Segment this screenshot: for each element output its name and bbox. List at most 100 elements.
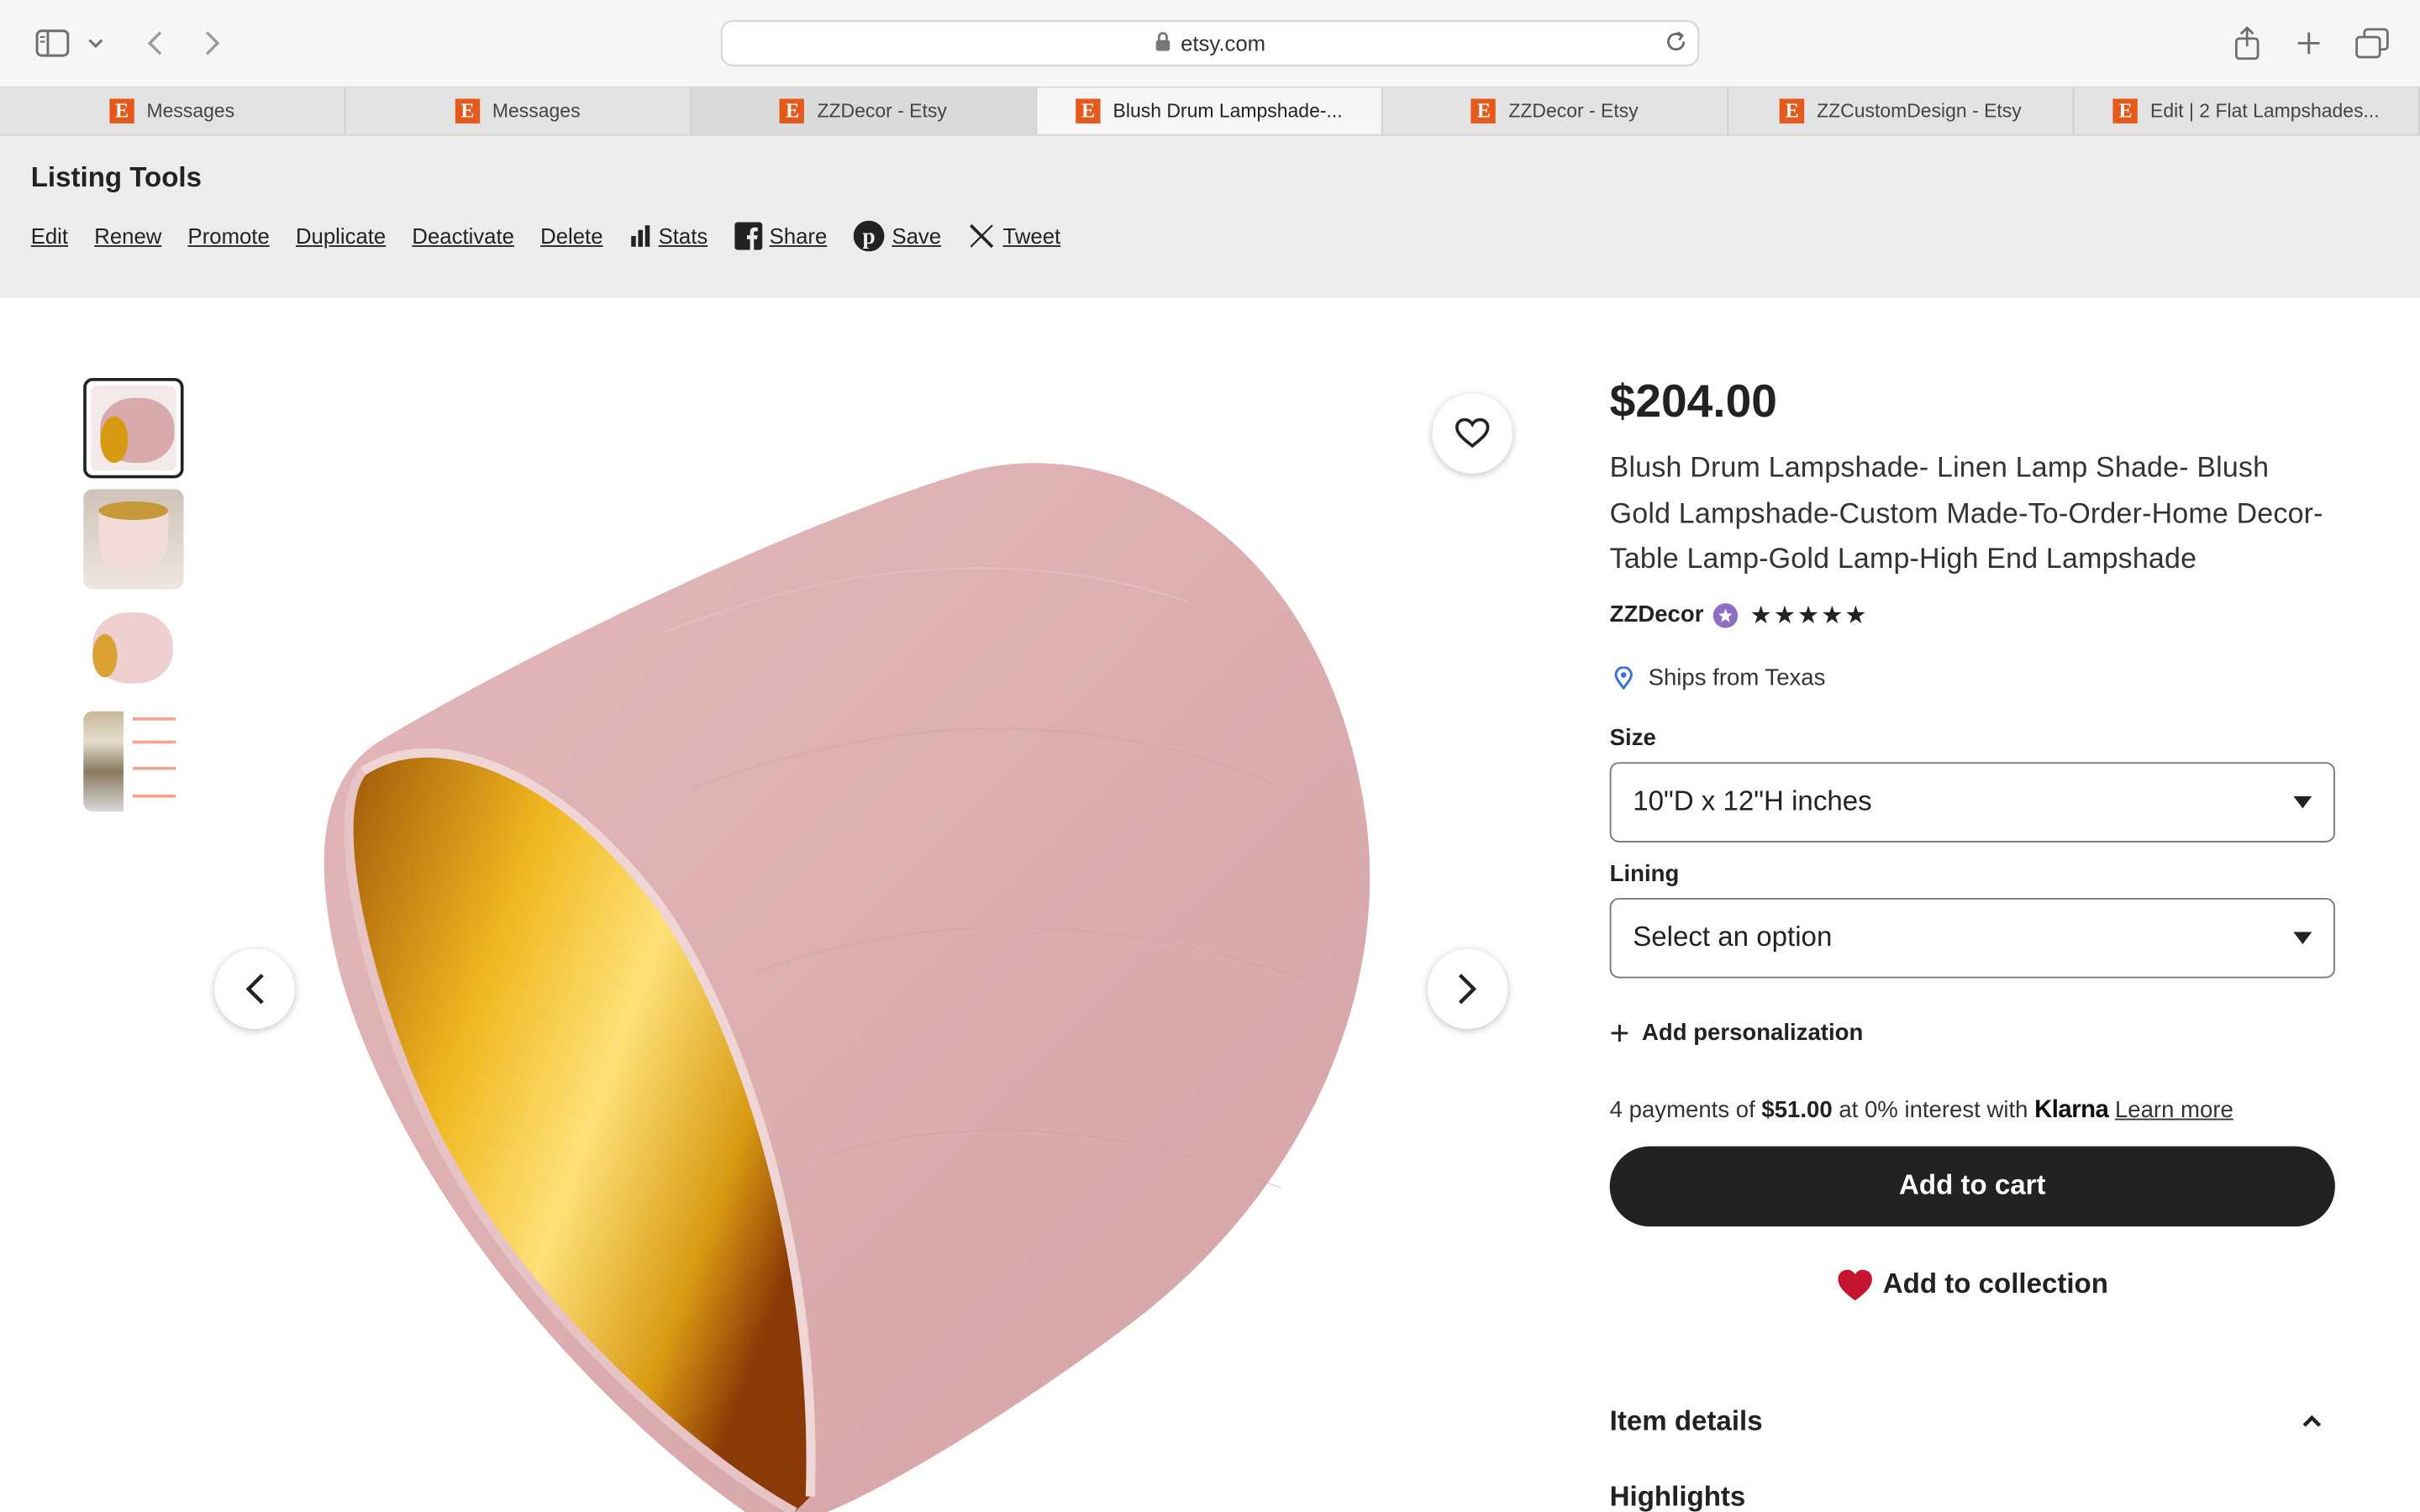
etsy-favicon-icon: E — [1076, 98, 1101, 123]
tweet-link[interactable]: Tweet — [967, 222, 1060, 249]
forward-icon[interactable] — [194, 24, 231, 61]
size-select-value: 10"D x 12"H inches — [1633, 785, 1872, 816]
star-icon: ★ — [1797, 602, 1820, 629]
product-image — [324, 463, 1370, 1512]
tab-zzdecor-2[interactable]: E ZZDecor - Etsy — [1383, 87, 1729, 134]
next-image-button[interactable] — [1427, 948, 1508, 1030]
star-icon: ★ — [1773, 602, 1797, 629]
thumbnail-3[interactable] — [83, 600, 184, 701]
product-price: $204.00 — [1609, 376, 1777, 428]
thumbnail-image — [83, 711, 184, 812]
x-twitter-icon — [969, 223, 993, 249]
new-tab-icon[interactable] — [2291, 24, 2328, 61]
delete-link[interactable]: Delete — [540, 223, 602, 248]
star-seller-badge-icon — [1712, 602, 1738, 627]
tab-overview-icon[interactable] — [2354, 24, 2391, 61]
add-to-collection-label: Add to collection — [1882, 1268, 2108, 1299]
heart-outline-icon — [1455, 417, 1490, 449]
klarna-learn-more-link[interactable]: Learn more — [2115, 1096, 2233, 1122]
stats-link[interactable]: Stats — [629, 223, 708, 249]
product-info-panel: $204.00 Blush Drum Lampshade- Linen Lamp… — [1609, 370, 2335, 1512]
favorite-button[interactable] — [1432, 393, 1512, 474]
thumbnail-4[interactable] — [83, 711, 184, 812]
size-select[interactable]: 10"D x 12"H inches — [1609, 761, 2335, 842]
sidebar-icon[interactable] — [34, 24, 71, 61]
tab-edit-flat-lampshades[interactable]: E Edit | 2 Flat Lampshades... — [2075, 87, 2420, 134]
back-icon[interactable] — [136, 24, 173, 61]
chevron-down-icon[interactable] — [81, 24, 112, 61]
save-label: Save — [892, 223, 942, 249]
klarna-logo: Klarna — [2034, 1095, 2109, 1123]
share-link[interactable]: Share — [734, 222, 828, 250]
klarna-amount: $51.00 — [1761, 1095, 1833, 1123]
tab-messages-1[interactable]: E Messages — [0, 87, 346, 134]
tab-messages-2[interactable]: E Messages — [345, 87, 692, 134]
shop-row: ZZDecor ★ ★ ★ ★ ★ — [1610, 600, 2335, 631]
url-text: etsy.com — [1181, 30, 1266, 56]
reload-icon[interactable] — [1664, 29, 1688, 59]
facebook-icon — [734, 222, 762, 250]
size-label: Size — [1609, 724, 1656, 751]
product-image-stage — [201, 324, 1528, 1512]
thumbnail-image — [83, 600, 184, 701]
star-icon: ★ — [1821, 602, 1844, 629]
tab-zzdecor-1[interactable]: E ZZDecor - Etsy — [691, 87, 1038, 134]
item-details-toggle[interactable]: Item details — [1610, 1404, 2335, 1437]
heart-filled-icon — [1838, 1268, 1872, 1300]
svg-text:p: p — [862, 223, 875, 249]
tab-zzcustomdesign[interactable]: E ZZCustomDesign - Etsy — [1728, 87, 2075, 134]
ships-from-row: Ships from Texas — [1610, 664, 2335, 690]
pinterest-save-link[interactable]: p Save — [853, 220, 942, 252]
chevron-up-icon — [2302, 1415, 2322, 1427]
tab-label: ZZDecor - Etsy — [817, 100, 947, 123]
tab-bar: E Messages E Messages E ZZDecor - Etsy E Blu… — [0, 87, 2420, 136]
etsy-favicon-icon: E — [1780, 98, 1805, 123]
lining-select-value: Select an option — [1633, 921, 1833, 953]
tab-label: Blush Drum Lampshade-... — [1113, 100, 1343, 123]
add-personalization-button[interactable]: + Add personalization — [1610, 1013, 2335, 1053]
etsy-favicon-icon: E — [455, 98, 481, 123]
thumbnail-2[interactable] — [83, 489, 184, 590]
browser-toolbar: etsy.com — [0, 0, 2420, 88]
etsy-favicon-icon: E — [780, 98, 805, 123]
thumbnail-strip — [83, 377, 184, 822]
stats-icon — [630, 225, 650, 247]
lock-icon — [1155, 30, 1171, 56]
tab-blush-drum-lampshade[interactable]: E Blush Drum Lampshade-... — [1037, 87, 1383, 134]
lining-select[interactable]: Select an option — [1609, 897, 2335, 978]
product-title: Blush Drum Lampshade- Linen Lamp Shade- … — [1609, 450, 2323, 575]
thumbnail-image — [83, 489, 184, 590]
dropdown-arrow-icon — [2293, 795, 2312, 808]
etsy-favicon-icon: E — [109, 98, 134, 123]
address-bar[interactable]: etsy.com — [720, 19, 1700, 66]
pinterest-icon: p — [853, 220, 885, 252]
tweet-label: Tweet — [1002, 223, 1061, 249]
shop-name-link[interactable]: ZZDecor — [1610, 601, 1704, 627]
tab-label: Edit | 2 Flat Lampshades... — [2150, 100, 2380, 123]
add-to-collection-button[interactable]: Add to collection — [1610, 1253, 2335, 1315]
tab-label: ZZCustomDesign - Etsy — [1817, 100, 2022, 123]
klarna-message: 4 payments of $51.00 at 0% interest with… — [1610, 1096, 2335, 1124]
thumbnail-1[interactable] — [83, 377, 184, 479]
highlights-heading: Highlights — [1609, 1480, 1746, 1512]
share-label: Share — [769, 223, 828, 249]
dropdown-arrow-icon — [2293, 931, 2312, 944]
tab-label: ZZDecor - Etsy — [1508, 100, 1639, 123]
renew-link[interactable]: Renew — [94, 223, 161, 248]
tab-label: Messages — [146, 100, 235, 123]
share-icon[interactable] — [2228, 24, 2265, 61]
add-personalization-label: Add personalization — [1641, 1020, 1864, 1047]
previous-image-button[interactable] — [214, 948, 295, 1030]
rating-stars: ★ ★ ★ ★ ★ — [1750, 600, 1869, 631]
tab-label: Messages — [492, 100, 581, 123]
etsy-favicon-icon: E — [2112, 98, 2139, 123]
star-icon: ★ — [1749, 602, 1772, 629]
add-to-cart-button[interactable]: Add to cart — [1609, 1145, 2335, 1226]
promote-link[interactable]: Promote — [188, 223, 270, 248]
edit-link[interactable]: Edit — [31, 223, 68, 248]
duplicate-link[interactable]: Duplicate — [296, 223, 386, 248]
listing-tools-title: Listing Tools — [30, 161, 202, 193]
etsy-favicon-icon: E — [1471, 98, 1497, 123]
deactivate-link[interactable]: Deactivate — [412, 223, 514, 248]
chevron-left-icon — [245, 974, 264, 1005]
